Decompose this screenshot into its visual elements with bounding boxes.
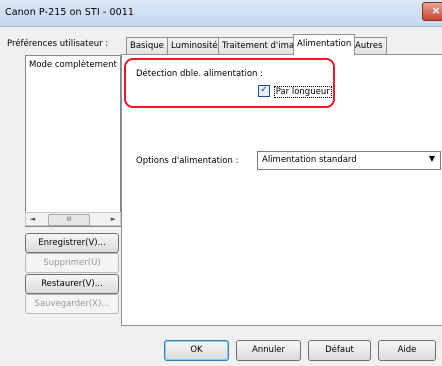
double-feed-detection-label: Détection dble. alimentation : [136,69,263,79]
scroll-left-icon[interactable]: ◄ [26,213,39,225]
highlight-box [124,58,335,108]
restore-settings-button[interactable]: Restaurer(V)... [25,274,119,294]
help-button[interactable]: Aide [378,340,436,361]
tab-alimentation[interactable]: Alimentation [293,34,356,55]
chevron-down-icon[interactable]: ▼ [429,154,435,163]
scroll-right-icon[interactable]: ► [107,213,120,225]
checkbox-check-icon[interactable]: ✓ [258,85,270,97]
by-length-checkbox[interactable]: ✓ Par longueur [258,85,332,98]
preferences-list[interactable]: Mode complètement au [25,55,121,227]
feed-options-select[interactable]: Alimentation standard ▼ [257,151,441,170]
feed-options-value: Alimentation standard [262,155,357,165]
cancel-button[interactable]: Annuler [236,340,301,361]
title-bar: Canon P-215 on STI - 0011 × [0,0,442,27]
save-settings-button[interactable]: Enregistrer(V)... [25,233,119,253]
feed-options-label: Options d'alimentation : [136,156,239,166]
scroll-thumb[interactable]: III [48,214,90,226]
tab-luminosite[interactable]: Luminosité [167,37,222,54]
delete-settings-button[interactable]: Supprimer(U) [25,253,119,273]
list-item[interactable]: Mode complètement au [29,60,120,70]
close-button[interactable]: × [422,2,442,21]
tab-basique[interactable]: Basique [126,37,168,54]
backup-settings-button[interactable]: Sauvegarder(X)... [25,294,119,314]
default-button[interactable]: Défaut [308,340,371,361]
by-length-label[interactable]: Par longueur [273,85,332,98]
window-title: Canon P-215 on STI - 0011 [5,7,135,18]
tab-autres[interactable]: Autres [351,37,387,54]
preferences-label: Préférences utilisateur : [7,39,109,49]
close-icon: × [431,4,441,17]
ok-button[interactable]: OK [164,340,229,361]
preferences-hscrollbar[interactable]: ◄ III ► [25,212,121,226]
